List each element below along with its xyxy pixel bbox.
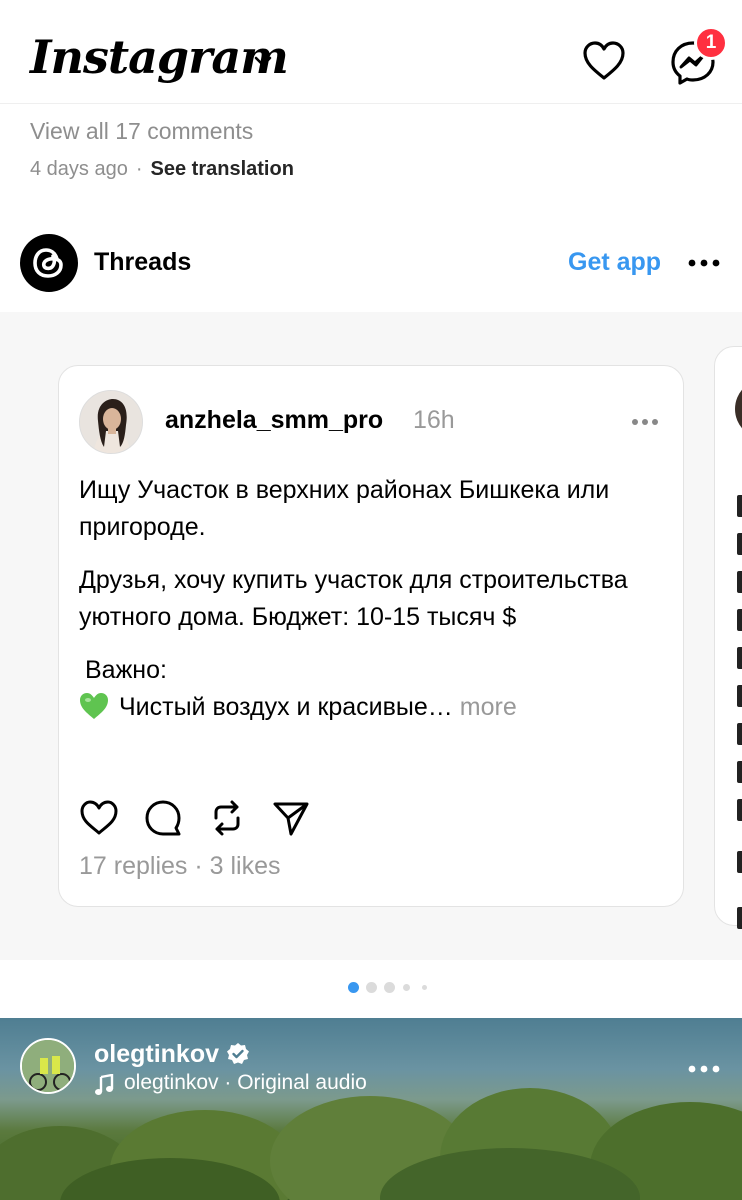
thread-username[interactable]: anzhela_smm_pro	[165, 406, 383, 435]
pager-dot	[403, 984, 410, 991]
reel-post[interactable]: olegtinkov olegtinkov · Original audio	[0, 1018, 742, 1200]
pager-dot	[366, 982, 377, 993]
avatar	[735, 379, 742, 439]
pager-dot	[422, 985, 427, 990]
music-note-icon	[95, 1074, 114, 1095]
separator-dot: ·	[135, 158, 143, 180]
threads-carousel[interactable]: anzhela_smm_pro 16h Ищу Участок в верхни…	[0, 312, 742, 960]
thread-card[interactable]: anzhela_smm_pro 16h Ищу Участок в верхни…	[58, 365, 684, 907]
notification-badge: 1	[694, 26, 728, 60]
thread-paragraph-last: Чистый воздух и красивые… more	[79, 689, 669, 726]
get-app-button[interactable]: Get app	[568, 248, 661, 277]
thread-body[interactable]: Ищу Участок в верхних районах Бишкека ил…	[79, 472, 669, 742]
pager-dot-active	[348, 982, 359, 993]
reel-username[interactable]: olegtinkov	[94, 1040, 219, 1069]
threads-title[interactable]: Threads	[94, 248, 191, 277]
chevron-down-icon[interactable]	[252, 50, 274, 72]
thread-time: 16h	[413, 406, 455, 434]
instagram-logo[interactable]: Instagram	[30, 30, 289, 84]
carousel-pager	[0, 960, 742, 1018]
like-heart-icon[interactable]	[79, 798, 119, 838]
more-options-icon[interactable]	[688, 258, 720, 268]
thread-actions	[79, 798, 339, 838]
card-more-icon[interactable]	[631, 418, 659, 426]
see-translation-link[interactable]: See translation	[151, 158, 294, 180]
threads-logo-icon[interactable]	[20, 234, 78, 292]
pager-dot	[384, 982, 395, 993]
green-heart-icon	[80, 693, 108, 719]
heart-icon[interactable]	[580, 38, 628, 84]
repost-icon[interactable]	[207, 798, 247, 838]
time-ago: 4 days ago	[30, 158, 128, 180]
share-send-icon[interactable]	[271, 798, 311, 838]
top-header: Instagram 1	[0, 0, 742, 104]
reel-audio-label[interactable]: olegtinkov · Original audio	[124, 1071, 367, 1095]
reel-more-icon[interactable]	[688, 1064, 720, 1074]
next-thread-card-peek[interactable]	[714, 346, 742, 929]
verified-badge-icon	[227, 1043, 249, 1064]
view-all-comments-link[interactable]: View all 17 comments	[30, 118, 253, 145]
avatar[interactable]	[79, 390, 143, 454]
thread-paragraph: Ищу Участок в верхних районах Бишкека ил…	[79, 476, 610, 541]
thread-paragraph: Друзья, хочу купить участок для строител…	[79, 566, 628, 631]
avatar[interactable]	[20, 1038, 76, 1094]
thread-text-tail: Чистый воздух и красивые…	[119, 693, 453, 721]
reply-bubble-icon[interactable]	[143, 798, 183, 838]
thread-stats[interactable]: 17 replies · 3 likes	[79, 852, 280, 881]
more-link[interactable]: more	[460, 693, 517, 721]
thread-paragraph: Важно:	[85, 656, 167, 684]
post-meta-row: 4 days ago · See translation	[30, 158, 294, 181]
